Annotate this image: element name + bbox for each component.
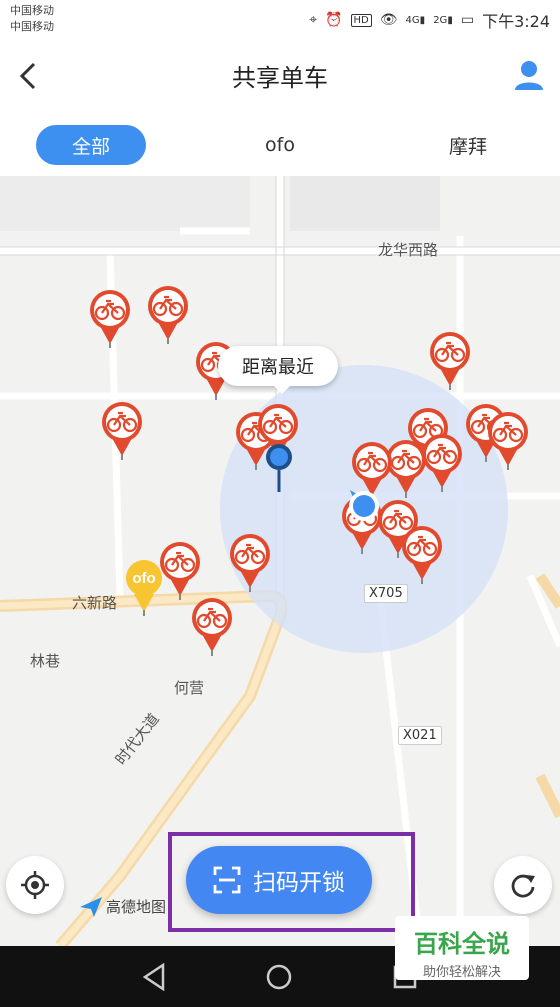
alarm-icon: ⏰	[325, 12, 343, 28]
road-badge-x705: X705	[364, 584, 408, 603]
hd-icon: HD	[350, 13, 372, 27]
ofo-bike-pin[interactable]: ofo	[120, 554, 170, 616]
tab-all[interactable]: 全部	[36, 125, 146, 165]
net-4g-label: 4G	[405, 14, 420, 26]
refresh-button[interactable]	[494, 856, 552, 914]
mobike-bike-pin[interactable]	[398, 522, 448, 584]
sys-back-button[interactable]	[137, 960, 171, 994]
nearest-marker[interactable]	[264, 442, 294, 494]
carrier-label-2: 中国移动	[10, 20, 54, 33]
net-2g-label: 2G	[433, 14, 448, 26]
road-badge-x021: X021	[398, 726, 442, 745]
user-button[interactable]	[512, 58, 546, 92]
signal-2g-icon: 2G▮	[433, 14, 453, 26]
amap-logo-text: 高德地图	[106, 898, 167, 916]
svg-text:ofo: ofo	[132, 570, 155, 587]
mobike-bike-pin[interactable]	[144, 282, 194, 344]
crosshair-icon	[21, 871, 49, 899]
place-label-heying: 何营	[174, 679, 205, 697]
mobike-bike-pin[interactable]	[484, 408, 534, 470]
tab-mobike[interactable]: 摩拜	[420, 125, 516, 165]
watermark-title: 百科全说	[414, 930, 510, 958]
user-location-icon	[349, 490, 379, 521]
status-icons: ⌖ ⏰ HD 👁 4G▮ 2G▮ ▭ 下午3:24	[309, 8, 550, 32]
battery-icon: ▭	[460, 12, 475, 28]
mobike-bike-pin[interactable]	[86, 286, 136, 348]
circle-home-icon	[266, 964, 292, 990]
mobike-bike-pin[interactable]	[188, 594, 238, 656]
triangle-back-icon	[142, 963, 165, 991]
brand-tabs: 全部 ofo 摩拜	[0, 114, 560, 176]
amap-plane-icon	[80, 896, 102, 917]
watermark: 百科全说 助你轻松解决	[395, 916, 529, 980]
user-icon	[515, 61, 543, 90]
amap-logo: 高德地图	[80, 896, 166, 917]
page-title: 共享单车	[232, 64, 328, 92]
scan-unlock-label: 扫码开锁	[253, 870, 345, 896]
status-bar: 中国移动 中国移动 ⌖ ⏰ HD 👁 4G▮ 2G▮ ▭ 下午3:24	[0, 0, 560, 38]
road-label-liuxin: 六新路	[72, 594, 118, 612]
scan-icon	[213, 866, 241, 894]
refresh-icon	[511, 874, 535, 898]
signal-4g-icon: 4G▮	[405, 14, 426, 26]
tab-ofo[interactable]: ofo	[235, 125, 325, 165]
eye-icon: 👁	[379, 12, 398, 28]
mobike-bike-pin[interactable]	[226, 530, 276, 592]
location-icon: ⌖	[309, 12, 318, 28]
place-label-linxiang: 林巷	[30, 652, 61, 670]
mobike-bike-pin[interactable]	[426, 328, 476, 390]
mobike-bike-pin[interactable]	[98, 398, 148, 460]
watermark-subtitle: 助你轻松解决	[422, 965, 501, 980]
scan-unlock-button[interactable]: 扫码开锁	[186, 846, 372, 914]
carrier-label-1: 中国移动	[10, 4, 54, 17]
road-label-longhua: 龙华西路	[378, 241, 439, 259]
header-bar: 共享单车	[0, 38, 560, 114]
status-time: 下午3:24	[482, 12, 550, 31]
map-base	[0, 176, 560, 946]
map-view[interactable]: 龙华西路 六新路 林巷 何营 时代大道 X705 X021 ofo 距离最近 高…	[0, 176, 560, 946]
locate-button[interactable]	[6, 856, 64, 914]
nearest-tooltip: 距离最近	[218, 346, 338, 394]
sys-home-button[interactable]	[262, 960, 296, 994]
